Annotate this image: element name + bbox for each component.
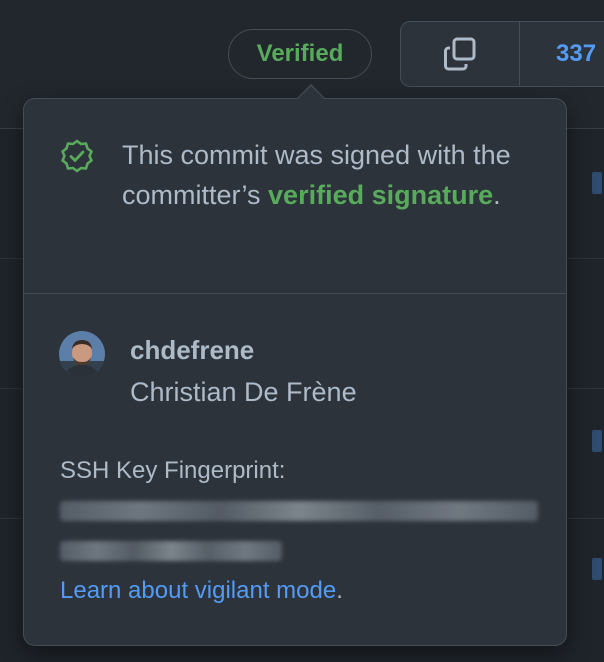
committer-username[interactable]: chdefrene xyxy=(130,335,254,366)
signature-message-suffix: . xyxy=(493,180,501,210)
ssh-fingerprint-redacted xyxy=(60,501,538,521)
commit-actions: 337 xyxy=(400,21,604,87)
ssh-fingerprint-redacted xyxy=(60,541,282,561)
verified-badge-label: Verified xyxy=(256,40,344,67)
popover-caret-inner xyxy=(297,86,325,100)
popover-divider xyxy=(24,293,566,294)
signature-status-section: This commit was signed with the committe… xyxy=(24,99,566,293)
committer-full-name: Christian De Frène xyxy=(130,377,357,407)
learn-vigilant-mode-link[interactable]: Learn about vigilant mode xyxy=(60,577,336,604)
signature-message: This commit was signed with the committe… xyxy=(122,135,542,215)
signature-popover: This commit was signed with the committe… xyxy=(23,98,567,646)
ssh-key-label: SSH Key Fingerprint: xyxy=(60,457,286,484)
verified-signature-link[interactable]: verified signature xyxy=(268,180,493,210)
background-links xyxy=(592,160,604,640)
vigilant-mode-note: Learn about vigilant mode. xyxy=(60,577,343,605)
copy-sha-button[interactable] xyxy=(401,22,520,86)
commit-sha-button[interactable]: 337 xyxy=(520,22,604,86)
verified-shield-icon xyxy=(61,139,93,173)
commit-sha-label: 337 xyxy=(556,40,597,67)
avatar[interactable] xyxy=(59,331,105,377)
verified-badge[interactable]: Verified xyxy=(228,29,372,79)
learn-suffix: . xyxy=(336,577,343,604)
copy-icon xyxy=(444,37,476,71)
